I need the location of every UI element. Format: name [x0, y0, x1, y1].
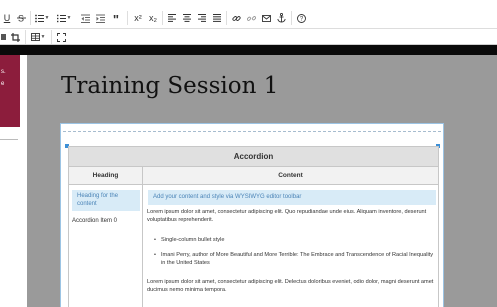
- page-title: Training Session 1: [61, 73, 279, 99]
- underline-icon: U: [3, 13, 11, 23]
- align-left-button[interactable]: [165, 11, 178, 25]
- align-left-icon: [167, 14, 176, 22]
- align-right-icon: [197, 14, 206, 22]
- accordion-item-label[interactable]: Accordion Item 0: [72, 217, 140, 225]
- superscript-icon: x²: [134, 13, 142, 23]
- blockquote-button[interactable]: ": [109, 11, 123, 27]
- crop-button[interactable]: [0, 30, 6, 44]
- blockquote-icon: ": [112, 12, 120, 27]
- bulleted-list-button[interactable]: ▼: [34, 11, 50, 25]
- accordion-table: Heading Content Heading for the content …: [68, 167, 439, 307]
- align-justify-button[interactable]: [210, 11, 223, 25]
- help-button[interactable]: ?: [294, 11, 308, 25]
- numbered-list-icon: [56, 14, 66, 22]
- numbered-list-button[interactable]: ▼: [56, 11, 72, 25]
- subscript-button[interactable]: x₂: [146, 11, 160, 25]
- crop-tool-button[interactable]: [9, 30, 21, 44]
- outdent-icon: [80, 14, 90, 23]
- content-bullet-2[interactable]: Imani Perry, author of More Beautiful an…: [154, 251, 437, 267]
- sidebar-text-fragment-1: s.: [1, 69, 6, 75]
- superscript-button[interactable]: x²: [131, 11, 145, 25]
- column-divider: [142, 167, 143, 307]
- outdent-button[interactable]: [78, 11, 92, 25]
- sidebar-divider: [0, 139, 18, 140]
- content-paragraph-1[interactable]: Lorem ipsum dolor sit amet, consectetur …: [147, 208, 437, 224]
- indent-icon: [95, 14, 105, 23]
- email-button[interactable]: [259, 11, 273, 25]
- anchor-icon: [276, 13, 286, 23]
- link-icon: [231, 15, 241, 21]
- align-right-button[interactable]: [195, 11, 208, 25]
- editor-content-area[interactable]: Accordion Heading Content Heading for th…: [60, 123, 444, 307]
- sidebar-nav-panel: s. e: [0, 55, 20, 127]
- column-header-content: Content: [143, 167, 438, 185]
- block-boundary: [63, 131, 441, 132]
- unlink-icon: [246, 15, 256, 21]
- table-button[interactable]: ▼: [29, 30, 47, 44]
- editor-toolbar-row-2: ▼: [0, 29, 497, 45]
- align-justify-icon: [212, 14, 221, 22]
- accordion-header: Accordion: [68, 146, 439, 167]
- editor-toolbar: U S ▼ ▼ " x² x₂ ?: [0, 0, 497, 29]
- link-button[interactable]: [229, 11, 243, 25]
- content-bullet-1[interactable]: Single-column bullet style: [154, 236, 431, 244]
- fullscreen-icon: [56, 32, 66, 42]
- fullscreen-button[interactable]: [55, 30, 67, 44]
- strikethrough-button[interactable]: S: [15, 11, 27, 25]
- content-placeholder-cell[interactable]: Add your content and style via WYSIWYG e…: [148, 190, 436, 205]
- content-paragraph-2[interactable]: Lorem ipsum dolor sit amet, consectetur …: [147, 278, 437, 294]
- help-icon: ?: [296, 13, 306, 23]
- crop-icon: [10, 32, 20, 42]
- align-center-icon: [182, 14, 191, 22]
- strikethrough-icon: S: [16, 14, 26, 23]
- email-icon: [261, 14, 271, 22]
- site-header-bar: [0, 45, 497, 55]
- sidebar-text-fragment-2: e: [1, 81, 5, 87]
- indent-button[interactable]: [93, 11, 107, 25]
- table-icon: [30, 33, 40, 41]
- underline-button[interactable]: U: [1, 11, 13, 25]
- anchor-button[interactable]: [274, 11, 288, 25]
- bulleted-list-icon: [34, 14, 44, 22]
- heading-placeholder-cell[interactable]: Heading for the content: [72, 190, 140, 211]
- crop-fragment-icon: [0, 34, 6, 40]
- align-center-button[interactable]: [180, 11, 193, 25]
- unlink-button[interactable]: [244, 11, 258, 25]
- column-header-heading: Heading: [69, 167, 142, 185]
- subscript-icon: x₂: [149, 13, 157, 23]
